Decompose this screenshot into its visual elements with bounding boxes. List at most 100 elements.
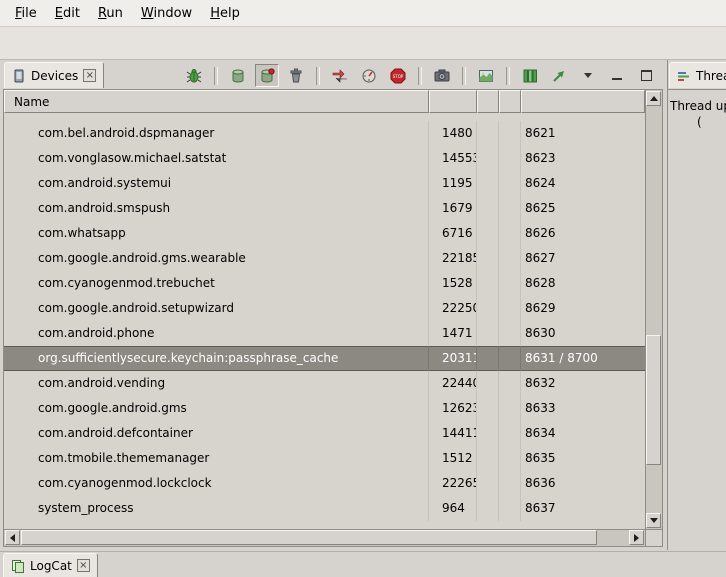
cell-port: 8633 [521,396,645,421]
column-header-port[interactable] [521,90,645,113]
threads-tabbar: Threads [668,60,726,89]
column-header-blank-2[interactable] [499,90,521,113]
table-row[interactable]: com.tmobile.thememanager 1512 8635 [4,446,645,471]
menu-run[interactable]: Run [89,2,132,25]
cell-pid: 22185 [429,246,477,271]
table-row[interactable]: com.google.android.setupwizard 22250 862… [4,296,645,321]
horizontal-scroll-thumb[interactable] [21,530,597,545]
cell-pid: 1195 [429,171,477,196]
cell-pid: 1512 [429,446,477,471]
cell-blank-1 [477,496,499,521]
arrow-down-icon [650,518,658,523]
column-header-blank-1[interactable] [477,90,499,113]
cell-blank-1 [477,346,499,371]
table-header: Name [4,90,645,113]
table-row[interactable]: com.bel.android.dspmanager 1480 8621 [4,121,645,146]
scroll-down-button[interactable] [646,513,661,528]
cell-pid: 20311 [429,346,477,371]
minimize-button[interactable] [605,64,629,87]
update-heap-button[interactable] [226,64,250,87]
menu-edit[interactable]: Edit [46,2,89,25]
cell-blank-2 [499,196,521,221]
cell-name: org.sufficientlysecure.keychain:passphra… [4,346,429,371]
table-row[interactable]: com.android.systemui 1195 8624 [4,171,645,196]
process-table: Name com.bel.android.dspmanager 1480 862… [3,89,663,547]
table-row[interactable]: com.android.vending 22440 8632 [4,371,645,396]
menu-help[interactable]: Help [201,2,249,25]
dump-hprof-button[interactable] [255,64,279,87]
tab-logcat[interactable]: LogCat × [3,553,98,577]
close-icon[interactable]: × [83,69,96,82]
cell-blank-1 [477,221,499,246]
table-row[interactable]: com.android.phone 1471 8630 [4,321,645,346]
devices-tabbar: Devices × [3,60,663,89]
column-header-pid[interactable] [429,90,477,113]
cell-name: com.vonglasow.michael.satstat [4,146,429,171]
cell-blank-2 [499,246,521,271]
vertical-scroll-thumb[interactable] [646,335,661,465]
vertical-scrollbar[interactable] [645,90,662,529]
cell-blank-1 [477,296,499,321]
cell-pid: 964 [429,496,477,521]
arrow-right-icon [634,534,639,542]
table-row[interactable]: com.google.android.gms 12623 8633 [4,396,645,421]
view-menu-button[interactable] [576,64,600,87]
table-row[interactable]: system_process 964 8637 [4,496,645,521]
table-row[interactable]: com.android.defcontainer 14411 8634 [4,421,645,446]
svg-text:STOP: STOP [393,74,404,79]
cell-name: com.android.smspush [4,196,429,221]
cell-blank-1 [477,471,499,496]
maximize-button[interactable] [634,64,658,87]
cell-port: 8621 [521,121,645,146]
cell-blank-1 [477,171,499,196]
tab-devices[interactable]: Devices × [4,62,104,88]
stop-process-button[interactable]: STOP [386,64,410,87]
horizontal-scrollbar[interactable] [4,529,645,546]
scroll-up-button[interactable] [646,91,661,106]
cell-name: system_process [4,496,429,521]
cell-name: com.android.defcontainer [4,421,429,446]
cell-blank-2 [499,296,521,321]
cell-pid: 12623 [429,396,477,421]
cell-blank-2 [499,121,521,146]
bottom-bar: LogCat × [0,551,726,577]
cell-port: 8624 [521,171,645,196]
table-row[interactable]: com.vonglasow.michael.satstat 14553 8623 [4,146,645,171]
table-row[interactable]: com.cyanogenmod.lockclock 22265 8636 [4,471,645,496]
menu-window[interactable]: Window [132,2,201,25]
cell-blank-1 [477,396,499,421]
cause-gc-button[interactable] [284,64,308,87]
table-row[interactable]: com.google.android.gms.wearable 22185 86… [4,246,645,271]
screen-capture-button[interactable] [430,64,454,87]
update-threads-button[interactable] [328,64,352,87]
close-icon[interactable]: × [77,559,90,572]
table-row[interactable]: com.cyanogenmod.trebuchet 1528 8628 [4,271,645,296]
cell-blank-1 [477,271,499,296]
cell-name: com.whatsapp [4,221,429,246]
table-row[interactable]: org.sufficientlysecure.keychain:passphra… [4,346,645,371]
update-threads-icon [332,68,348,84]
scroll-left-button[interactable] [5,530,20,545]
start-method-profiling-button[interactable] [357,64,381,87]
cell-blank-2 [499,271,521,296]
menu-file[interactable]: File [6,2,46,25]
heap-updates-icon [551,68,567,84]
cell-blank-1 [477,196,499,221]
cell-pid: 14553 [429,146,477,171]
thread-updates-button[interactable] [518,64,542,87]
scroll-right-button[interactable] [629,530,644,545]
cell-port: 8631 / 8700 [521,346,645,371]
tab-threads[interactable]: Threads [669,62,726,88]
table-row[interactable]: com.whatsapp 6716 8626 [4,221,645,246]
debug-process-button[interactable] [182,64,206,87]
cell-name: com.google.android.gms [4,396,429,421]
column-header-name[interactable]: Name [4,90,429,113]
threads-message-line1: Thread up [668,98,726,114]
cell-blank-1 [477,421,499,446]
table-row[interactable]: com.android.smspush 1679 8625 [4,196,645,221]
cell-pid: 22250 [429,296,477,321]
cell-name: com.cyanogenmod.trebuchet [4,271,429,296]
toolbar-separator [418,67,422,85]
screen-record-button[interactable] [474,64,498,87]
heap-updates-button[interactable] [547,64,571,87]
